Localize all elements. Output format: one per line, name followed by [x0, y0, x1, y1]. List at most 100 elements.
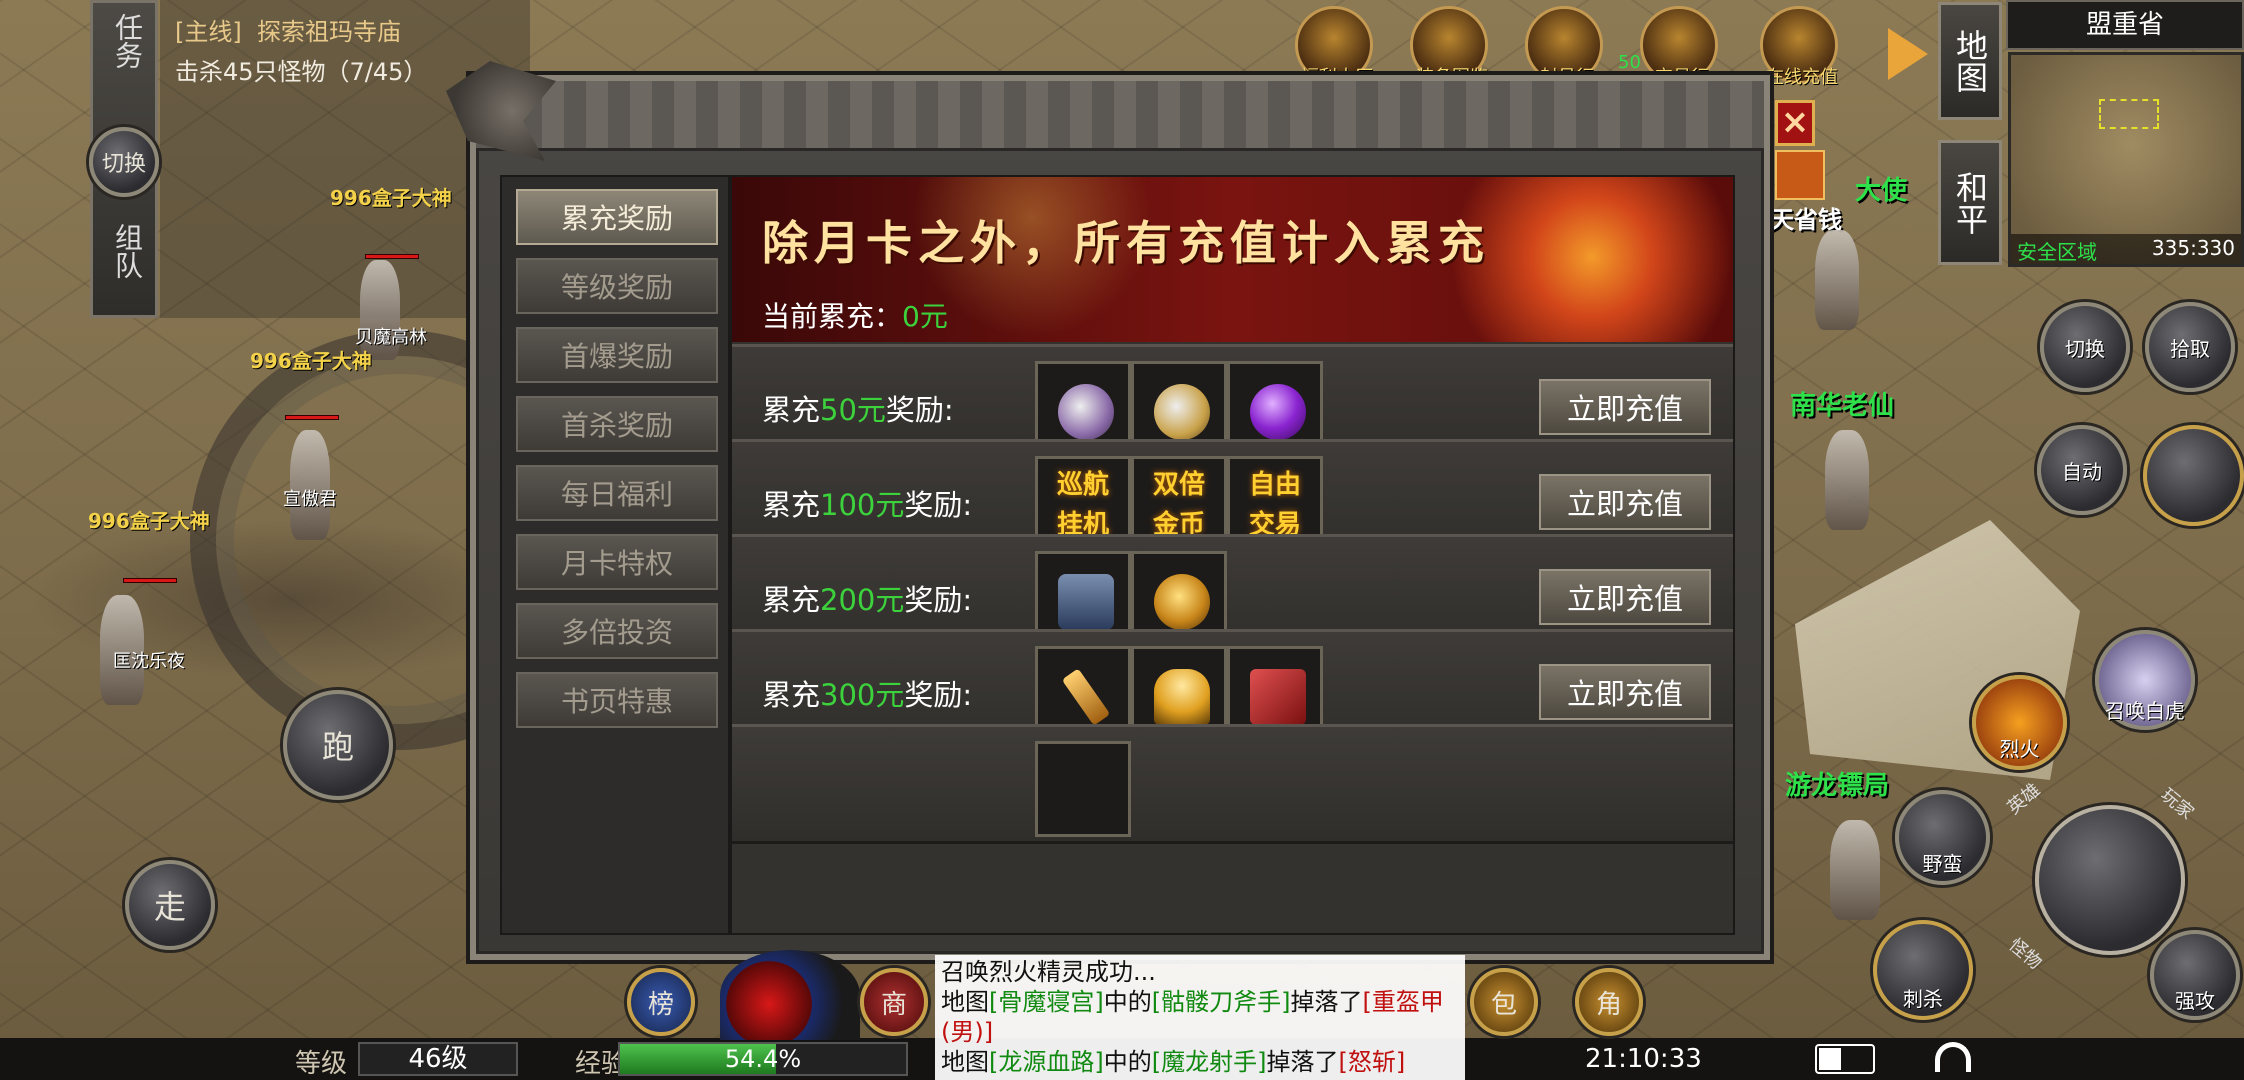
npc-name[interactable]: 游龙镖局: [1785, 765, 1889, 802]
recharge-now-button[interactable]: 立即充值: [1539, 379, 1711, 435]
recharge-now-button[interactable]: 立即充值: [1539, 474, 1711, 530]
item-image: [1058, 574, 1114, 630]
trade-icon[interactable]: 交易行: [1640, 6, 1718, 88]
pickup-button[interactable]: 拾取: [2145, 302, 2235, 392]
welfare-icon[interactable]: 福利大厅: [1295, 6, 1373, 88]
chat-line: 召唤烈火精灵成功...: [941, 958, 1156, 986]
npc-name[interactable]: 南华老仙: [1790, 385, 1894, 422]
switch-label: 切换: [2065, 336, 2105, 361]
power-attack-button[interactable]: 强攻: [2150, 930, 2240, 1020]
quest-title[interactable]: 探索祖玛寺庙: [257, 18, 401, 46]
skill-compass-button[interactable]: [2143, 425, 2244, 526]
chat-monster-link[interactable]: [骷髅刀斧手]: [1152, 988, 1291, 1016]
run-button[interactable]: 跑: [283, 690, 393, 800]
row-prefix: 累充: [762, 678, 821, 712]
shop-button[interactable]: 商: [860, 968, 928, 1036]
exp-value: 54.4%: [724, 1045, 802, 1073]
chat-text: 地图: [941, 1048, 989, 1076]
peace-mode-tab[interactable]: 和平: [1938, 140, 2002, 265]
chat-text: 掉落了: [1266, 1048, 1339, 1076]
helmet-icon[interactable]: 封号行: [1525, 6, 1603, 88]
tab-page-discount[interactable]: 书页特惠: [516, 672, 718, 728]
npc-character[interactable]: [1830, 820, 1880, 920]
player-name: 宣傲君: [283, 489, 337, 510]
row-prefix: 累充: [762, 393, 821, 427]
chat-map-link[interactable]: [龙源血路]: [989, 1048, 1104, 1076]
character-button[interactable]: 角: [1575, 968, 1643, 1036]
tab-first-kill-reward[interactable]: 首杀奖励: [516, 396, 718, 452]
recharge-now-button[interactable]: 立即充值: [1539, 664, 1711, 720]
task-tab[interactable]: 任务: [103, 13, 147, 69]
chat-item-link[interactable]: [怒斩]: [1338, 1048, 1405, 1076]
player-name: 匡沈乐夜: [113, 651, 185, 672]
safe-zone-label: 安全区域: [2017, 240, 2097, 264]
map-tab[interactable]: 地图: [1938, 2, 2002, 120]
fire-skill-button[interactable]: 烈火: [1972, 675, 2067, 770]
item-image: [1154, 574, 1210, 630]
chat-text: 地图: [941, 988, 989, 1016]
switch-target-button[interactable]: 切换: [2040, 302, 2130, 392]
battery-icon: [1815, 1044, 1875, 1074]
chat-text: 中的: [1103, 1048, 1152, 1076]
battery-level: [1819, 1048, 1841, 1070]
wild-label: 野蛮: [1922, 852, 1963, 876]
minimap[interactable]: 安全区域 335:330: [2008, 52, 2244, 267]
current-recharge: 当前累充：0元: [762, 295, 948, 335]
coordinates: 335:330: [2151, 236, 2235, 260]
recharge-banner: 除月卡之外，所有充值计入累充 当前累充：0元: [732, 177, 1733, 342]
gold-ingot-icon[interactable]: 在线充值: [1760, 6, 1838, 88]
row-amount: 50元: [820, 393, 886, 427]
wild-charge-button[interactable]: 野蛮: [1895, 790, 1990, 885]
row-amount: 100元: [820, 488, 905, 522]
system-chat[interactable]: 召唤烈火精灵成功... 地图[骨魔寝宫]中的[骷髅刀斧手]掉落了[重盔甲(男)]…: [935, 955, 1465, 1080]
close-button[interactable]: ×: [1775, 100, 1815, 146]
recharge-now-button[interactable]: 立即充值: [1539, 569, 1711, 625]
summon-tiger-button[interactable]: 召唤白虎: [2095, 630, 2195, 730]
hp-bar: [365, 254, 419, 259]
expand-arrow-icon[interactable]: [1888, 28, 1928, 80]
armor-icon[interactable]: 装备图鉴: [1410, 6, 1488, 88]
team-tab[interactable]: 组队: [103, 223, 147, 279]
exp-bar: 54.4%: [618, 1042, 908, 1076]
reward-row-label: 累充100元奖励:: [762, 482, 972, 524]
tab-multiplier-investment[interactable]: 多倍投资: [516, 603, 718, 659]
player-title: 996盒子大神: [330, 186, 452, 210]
fire-label: 烈火: [1999, 737, 2040, 761]
npc-character[interactable]: [1815, 230, 1859, 330]
recharge-label: 在线充值: [1766, 67, 1838, 88]
reward-row: [732, 724, 1733, 844]
tab-daily-welfare[interactable]: 每日福利: [516, 465, 718, 521]
tab-monthly-card[interactable]: 月卡特权: [516, 534, 718, 590]
tab-cumulative-recharge[interactable]: 累充奖励: [516, 189, 718, 245]
region-name: 盟重省: [2006, 0, 2244, 50]
bag-button[interactable]: 包: [1470, 968, 1538, 1036]
main-attack-button[interactable]: [2035, 805, 2185, 955]
player-marker: [2099, 99, 2159, 129]
gift-icon[interactable]: [1775, 150, 1825, 200]
auto-button[interactable]: 自动: [2037, 425, 2127, 515]
npc-character[interactable]: [1825, 430, 1869, 530]
attack-label: 强攻: [2175, 988, 2215, 1013]
reward-item-icon[interactable]: [1035, 741, 1131, 837]
player-title: 996盒子大神: [250, 349, 372, 373]
chat-line: 地图[骨魔寝宫]中的[骷髅刀斧手]掉落了[重盔甲(男)]: [941, 987, 1459, 1047]
item-image: [1058, 384, 1114, 440]
tab-first-drop-reward[interactable]: 首爆奖励: [516, 327, 718, 383]
switch-button[interactable]: 切换: [89, 127, 159, 197]
reward-row-label: 累充50元奖励:: [762, 387, 954, 429]
npc-name[interactable]: 大使: [1855, 170, 1907, 207]
item-image: [1250, 384, 1306, 440]
panel-header-ornament: [476, 81, 1764, 151]
item-image: [1154, 669, 1210, 725]
hp-mp-orb: [720, 950, 860, 1040]
tab-level-reward[interactable]: 等级奖励: [516, 258, 718, 314]
level-value: 46级: [358, 1042, 518, 1076]
assassinate-button[interactable]: 刺杀: [1873, 920, 1973, 1020]
clock: 21:10:33: [1585, 1044, 1702, 1074]
chat-monster-link[interactable]: [魔龙射手]: [1152, 1048, 1267, 1076]
rank-button[interactable]: 榜: [627, 968, 695, 1036]
walk-button[interactable]: 走: [125, 860, 215, 950]
row-prefix: 累充: [762, 488, 821, 522]
chat-map-link[interactable]: [骨魔寝宫]: [989, 988, 1104, 1016]
quest-objective: 击杀45只怪物（7/45）: [175, 58, 428, 86]
